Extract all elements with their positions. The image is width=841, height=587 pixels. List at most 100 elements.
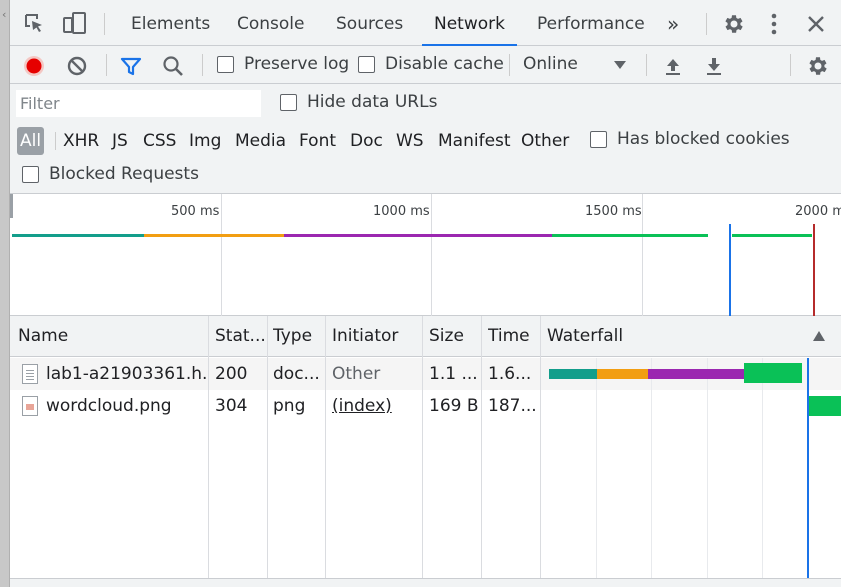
settings-gear-icon[interactable]	[720, 11, 746, 37]
request-time: 1.6...	[488, 364, 532, 384]
overview-handle[interactable]	[10, 194, 13, 218]
type-filter-other[interactable]: Other	[521, 127, 569, 155]
type-filter-separator	[55, 132, 56, 150]
waterfall-area[interactable]	[541, 358, 841, 578]
throttling-select[interactable]: Online	[523, 54, 578, 74]
disable-cache-checkbox[interactable]	[358, 56, 375, 73]
overview-bar-green	[552, 234, 708, 237]
column-header-name[interactable]: Name	[18, 316, 208, 357]
overview-tick-label: 1000 ms	[373, 204, 430, 219]
dom-content-loaded-marker	[807, 358, 809, 578]
inspect-element-icon[interactable]	[22, 11, 46, 35]
dom-content-loaded-marker	[729, 224, 731, 316]
tab-separator	[706, 13, 707, 35]
hide-data-urls-label: Hide data URLs	[307, 92, 438, 112]
blocked-requests-checkbox[interactable]	[22, 166, 39, 183]
tab-separator	[104, 13, 105, 35]
column-header-status[interactable]: Stat...	[215, 316, 267, 357]
status-bar	[10, 578, 841, 587]
column-header-waterfall[interactable]: Waterfall	[547, 316, 747, 357]
request-initiator-link[interactable]: (index)	[332, 390, 422, 422]
column-divider[interactable]	[208, 316, 209, 578]
toolbar-separator	[509, 54, 510, 76]
waterfall-gridline	[707, 358, 708, 578]
overview-gridline	[221, 194, 222, 316]
waterfall-gridline	[762, 358, 763, 578]
tab-network[interactable]: Network	[422, 0, 517, 46]
overview-tick-label: 500 ms	[171, 204, 220, 219]
more-options-icon[interactable]	[764, 11, 784, 37]
overview-bar-green	[732, 234, 812, 237]
close-icon[interactable]	[804, 12, 828, 36]
export-har-icon[interactable]	[702, 54, 726, 78]
search-icon[interactable]	[161, 54, 185, 78]
column-header-initiator[interactable]: Initiator	[332, 316, 422, 357]
request-size: 1.1 ...	[429, 364, 478, 384]
type-filter-css[interactable]: CSS	[143, 127, 176, 155]
waterfall-bar-green	[809, 396, 841, 416]
tab-console[interactable]: Console	[237, 0, 305, 46]
request-name[interactable]: lab1-a21903361.h...	[46, 358, 208, 390]
tab-performance[interactable]: Performance	[537, 0, 645, 46]
column-divider[interactable]	[325, 316, 326, 578]
network-overview[interactable]: 500 ms 1000 ms 1500 ms 2000 m	[10, 194, 841, 316]
filter-icon[interactable]	[119, 54, 143, 78]
waterfall-bar-green	[744, 363, 802, 383]
filter-input[interactable]	[16, 90, 261, 117]
type-filter-js[interactable]: JS	[112, 127, 128, 155]
request-table-header: Name Stat... Type Initiator Size Time Wa…	[10, 316, 841, 357]
type-filter-xhr[interactable]: XHR	[63, 127, 99, 155]
column-header-time[interactable]: Time	[488, 316, 538, 357]
hide-data-urls-checkbox[interactable]	[280, 94, 297, 111]
type-filter-manifest[interactable]: Manifest	[438, 127, 511, 155]
devtools-tab-bar: Elements Console Sources Network Perform…	[10, 0, 841, 46]
type-filter-img[interactable]: Img	[189, 127, 221, 155]
type-filter-font[interactable]: Font	[299, 127, 336, 155]
filter-bar: Hide data URLs All XHR JS CSS Img Media …	[10, 84, 841, 194]
network-settings-gear-icon[interactable]	[804, 53, 830, 79]
has-blocked-cookies-label: Has blocked cookies	[617, 129, 790, 149]
waterfall-bar-orange	[597, 369, 648, 379]
sort-ascending-icon[interactable]	[811, 329, 827, 343]
request-status: 304	[215, 396, 248, 416]
record-button[interactable]	[22, 54, 46, 78]
request-type: png	[273, 396, 306, 416]
chevron-down-icon[interactable]	[612, 58, 628, 72]
devtools-window: Elements Console Sources Network Perform…	[10, 0, 841, 587]
left-panel-edge: ‹	[0, 0, 10, 587]
overview-bar-teal	[12, 234, 144, 237]
column-header-size[interactable]: Size	[429, 316, 479, 357]
request-name[interactable]: wordcloud.png	[46, 390, 208, 422]
has-blocked-cookies-checkbox[interactable]	[590, 131, 607, 148]
type-filter-ws[interactable]: WS	[396, 127, 424, 155]
toolbar-separator	[646, 54, 647, 76]
column-divider[interactable]	[481, 316, 482, 578]
tab-elements[interactable]: Elements	[131, 0, 210, 46]
preserve-log-checkbox[interactable]	[217, 56, 234, 73]
type-filter-all[interactable]: All	[17, 127, 45, 155]
request-time: 187...	[488, 396, 537, 416]
import-har-icon[interactable]	[661, 54, 685, 78]
clear-icon[interactable]	[65, 54, 89, 78]
type-filter-media[interactable]: Media	[235, 127, 286, 155]
device-toolbar-icon[interactable]	[62, 11, 88, 35]
tab-sources[interactable]: Sources	[336, 0, 403, 46]
disable-cache-label: Disable cache	[385, 54, 504, 74]
toolbar-separator	[106, 54, 107, 76]
toolbar-separator	[790, 54, 791, 76]
column-divider[interactable]	[422, 316, 423, 578]
request-size: 169 B	[429, 396, 479, 416]
network-toolbar: Preserve log Disable cache Online	[10, 46, 841, 84]
overview-gridline	[431, 194, 432, 316]
request-initiator: Other	[332, 364, 381, 384]
waterfall-bar-teal	[549, 369, 597, 379]
load-event-marker	[813, 224, 815, 316]
more-tabs-button[interactable]: »	[667, 0, 679, 46]
column-divider[interactable]	[267, 316, 268, 578]
type-filter-doc[interactable]: Doc	[350, 127, 383, 155]
blocked-requests-label: Blocked Requests	[49, 164, 199, 184]
request-status: 200	[215, 364, 248, 384]
document-file-icon	[22, 364, 38, 384]
column-header-type[interactable]: Type	[273, 316, 325, 357]
overview-tick-label: 2000 m	[795, 204, 841, 219]
